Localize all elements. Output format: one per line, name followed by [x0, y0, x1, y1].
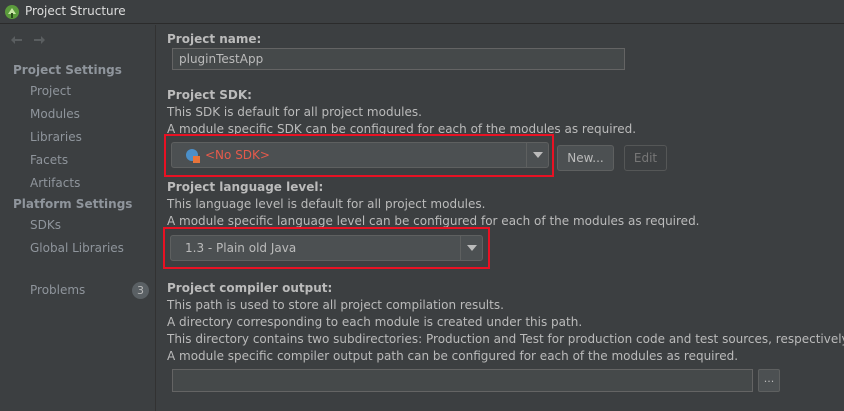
- project-name-label: Project name:: [167, 32, 262, 46]
- edit-sdk-button[interactable]: Edit: [624, 145, 667, 171]
- sidebar: Project Settings Project Modules Librari…: [0, 25, 156, 411]
- sidebar-item-global-libraries[interactable]: Global Libraries: [30, 239, 124, 257]
- compiler-output-desc-1: This path is used to store all project c…: [167, 298, 504, 312]
- sidebar-item-artifacts[interactable]: Artifacts: [30, 174, 80, 192]
- sidebar-item-problems[interactable]: Problems: [30, 281, 85, 299]
- language-dropdown-arrow[interactable]: [460, 236, 482, 260]
- language-level-value: 1.3 - Plain old Java: [185, 241, 297, 255]
- compiler-output-desc-3: This directory contains two subdirectori…: [167, 332, 844, 346]
- language-level-desc-1: This language level is default for all p…: [167, 197, 486, 211]
- compiler-output-desc-4: A module specific compiler output path c…: [167, 349, 739, 363]
- new-sdk-button[interactable]: New...: [557, 145, 614, 171]
- problems-count-badge: 3: [132, 282, 149, 299]
- language-level-label: Project language level:: [167, 180, 324, 194]
- project-sdk-dropdown[interactable]: <No SDK>: [171, 142, 549, 168]
- sdk-icon: [186, 149, 200, 163]
- project-sdk-desc-1: This SDK is default for all project modu…: [167, 105, 422, 119]
- compiler-output-label: Project compiler output:: [167, 281, 333, 295]
- platform-settings-header: Platform Settings: [13, 197, 133, 211]
- back-arrow-icon[interactable]: [10, 33, 24, 47]
- project-name-input[interactable]: pluginTestApp: [172, 48, 625, 70]
- sidebar-item-libraries[interactable]: Libraries: [30, 128, 82, 146]
- project-settings-panel: Project name: pluginTestApp Project SDK:…: [157, 25, 844, 411]
- chevron-down-icon: [533, 152, 543, 158]
- project-settings-header: Project Settings: [13, 63, 122, 77]
- window-title: Project Structure: [25, 4, 126, 18]
- language-level-dropdown[interactable]: 1.3 - Plain old Java: [170, 235, 483, 261]
- title-bar: Project Structure: [0, 0, 844, 24]
- project-sdk-value: <No SDK>: [205, 148, 270, 162]
- sidebar-item-modules[interactable]: Modules: [30, 105, 80, 123]
- forward-arrow-icon[interactable]: [32, 33, 46, 47]
- android-studio-icon: [5, 5, 19, 19]
- sidebar-item-project[interactable]: Project: [30, 82, 71, 100]
- browse-button[interactable]: ...: [758, 369, 780, 392]
- sdk-dropdown-arrow[interactable]: [526, 143, 548, 167]
- compiler-output-desc-2: A directory corresponding to each module…: [167, 315, 583, 329]
- compiler-output-path-input[interactable]: [172, 369, 753, 392]
- sidebar-item-facets[interactable]: Facets: [30, 151, 68, 169]
- project-sdk-label: Project SDK:: [167, 88, 252, 102]
- chevron-down-icon: [467, 245, 477, 251]
- language-level-desc-2: A module specific language level can be …: [167, 214, 700, 228]
- sidebar-item-sdks[interactable]: SDKs: [30, 216, 61, 234]
